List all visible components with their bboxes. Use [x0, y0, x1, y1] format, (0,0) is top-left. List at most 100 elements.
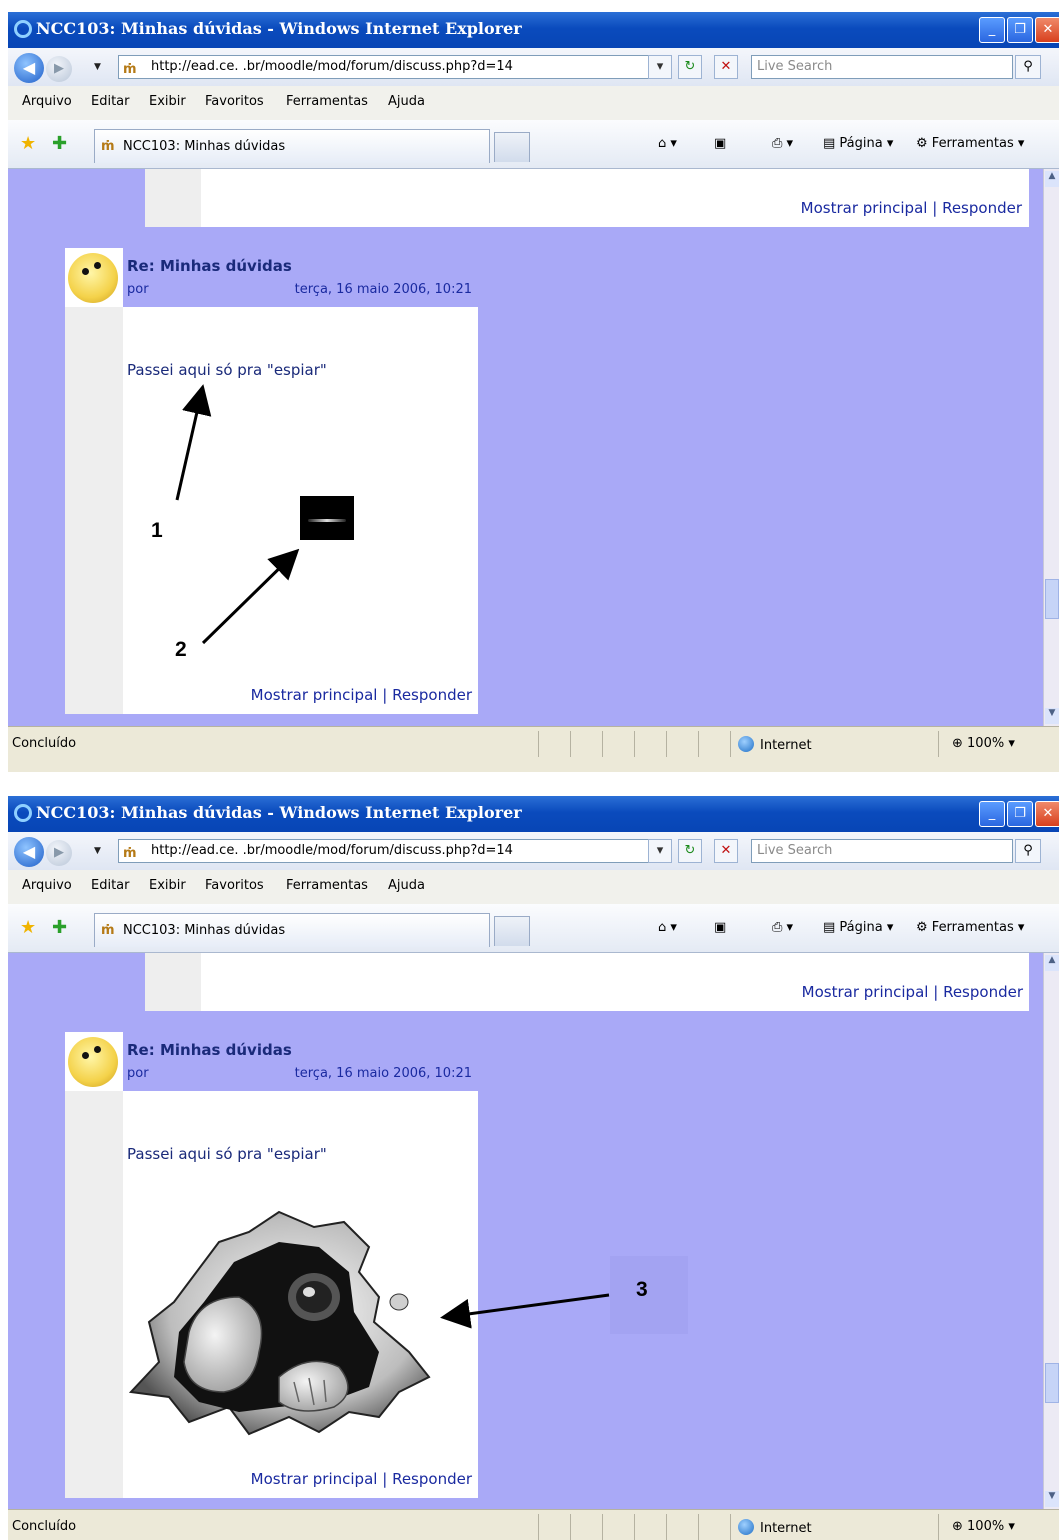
search-input[interactable]: Live Search	[751, 839, 1013, 863]
scroll-up-icon[interactable]: ▲	[1045, 171, 1059, 187]
security-zone[interactable]: Internet	[738, 736, 812, 753]
new-tab-button[interactable]	[494, 916, 530, 946]
feeds-icon[interactable]: ▣	[714, 136, 726, 151]
menu-favoritos[interactable]: Favoritos	[205, 878, 264, 893]
tab-ncc103[interactable]: ṁ NCC103: Minhas dúvidas	[94, 913, 490, 947]
avatar[interactable]	[65, 248, 123, 307]
stop-icon[interactable]: ✕	[714, 55, 738, 79]
address-dropdown-icon[interactable]: ▾	[648, 55, 672, 79]
previous-post-footer: Mostrar principal | Responder	[145, 953, 1029, 1011]
window-title: NCC103: Minhas dúvidas - Windows Interne…	[36, 803, 522, 822]
scroll-thumb[interactable]	[1045, 579, 1059, 619]
scroll-down-icon[interactable]: ▼	[1045, 1491, 1059, 1507]
menu-ajuda[interactable]: Ajuda	[388, 94, 425, 109]
add-favorites-icon[interactable]: ✚	[52, 133, 67, 154]
minimize-button[interactable]: _	[979, 801, 1005, 827]
zoom-icon: ⊕	[952, 1519, 968, 1534]
show-parent-link[interactable]: Mostrar principal	[251, 686, 378, 704]
scroll-down-icon[interactable]: ▼	[1045, 708, 1059, 724]
show-parent-link[interactable]: Mostrar principal	[251, 1470, 378, 1488]
reply-link[interactable]: Responder	[942, 199, 1022, 217]
moodle-favicon-icon: ṁ	[101, 923, 115, 938]
moodle-favicon-icon: ṁ	[123, 62, 137, 77]
reply-link[interactable]: Responder	[943, 983, 1023, 1001]
search-input[interactable]: Live Search	[751, 55, 1013, 79]
reply-link[interactable]: Responder	[392, 686, 472, 704]
tab-ncc103[interactable]: ṁ NCC103: Minhas dúvidas	[94, 129, 490, 163]
menu-ferramentas[interactable]: Ferramentas	[286, 94, 368, 109]
address-input[interactable]: ṁ http://ead.ce. .br/moodle/mod/forum/di…	[118, 55, 670, 79]
menu-ferramentas[interactable]: Ferramentas	[286, 878, 368, 893]
address-dropdown-icon[interactable]: ▾	[648, 839, 672, 863]
new-tab-button[interactable]	[494, 132, 530, 162]
page-menu[interactable]: ▤ Página ▾	[823, 136, 893, 151]
tools-menu[interactable]: ⚙ Ferramentas ▾	[916, 920, 1024, 935]
refresh-icon[interactable]: ↻	[678, 839, 702, 863]
feeds-icon[interactable]: ▣	[714, 920, 726, 935]
close-button[interactable]: ✕	[1035, 801, 1059, 827]
show-parent-link[interactable]: Mostrar principal	[801, 199, 928, 217]
favorites-star-icon[interactable]: ★	[20, 917, 36, 938]
menu-exibir[interactable]: Exibir	[149, 94, 186, 109]
close-button[interactable]: ✕	[1035, 17, 1059, 43]
minimize-button[interactable]: _	[979, 17, 1005, 43]
scroll-up-icon[interactable]: ▲	[1045, 955, 1059, 971]
menu-arquivo[interactable]: Arquivo	[22, 94, 72, 109]
browser-window-after: NCC103: Minhas dúvidas - Windows Interne…	[8, 796, 1059, 1540]
search-icon[interactable]: ⚲	[1015, 839, 1041, 863]
recent-pages-icon[interactable]: ▼	[94, 62, 101, 72]
status-bar: Concluído Internet ⊕ 100% ▾	[8, 1509, 1059, 1540]
favorites-star-icon[interactable]: ★	[20, 133, 36, 154]
avatar[interactable]	[65, 1032, 123, 1091]
post-message: Passei aqui só pra "espiar"	[127, 1145, 327, 1163]
vertical-scrollbar[interactable]: ▲ ▼	[1043, 169, 1059, 726]
forum-post: Re: Minhas dúvidas por terça, 16 maio 20…	[65, 1032, 478, 1498]
menu-bar: Arquivo Editar Exibir Favoritos Ferramen…	[8, 86, 1059, 121]
back-icon[interactable]: ◀	[14, 837, 44, 867]
back-icon[interactable]: ◀	[14, 53, 44, 83]
address-input[interactable]: ṁ http://ead.ce. .br/moodle/mod/forum/di…	[118, 839, 670, 863]
add-favorites-icon[interactable]: ✚	[52, 917, 67, 938]
home-icon[interactable]: ⌂ ▾	[658, 920, 677, 935]
print-icon[interactable]: ⎙ ▾	[772, 920, 793, 935]
menu-ajuda[interactable]: Ajuda	[388, 878, 425, 893]
menu-editar[interactable]: Editar	[91, 94, 130, 109]
zoom-control[interactable]: ⊕ 100% ▾	[952, 1519, 1015, 1534]
smiley-avatar-icon	[68, 1037, 118, 1087]
zoom-control[interactable]: ⊕ 100% ▾	[952, 736, 1015, 751]
menu-favoritos[interactable]: Favoritos	[205, 94, 264, 109]
forward-icon[interactable]: ▶	[46, 840, 72, 866]
scroll-thumb[interactable]	[1045, 1363, 1059, 1403]
smiley-avatar-icon	[68, 253, 118, 303]
vertical-scrollbar[interactable]: ▲ ▼	[1043, 953, 1059, 1509]
recent-pages-icon[interactable]: ▼	[94, 846, 101, 856]
address-text: http://ead.ce. .br/moodle/mod/forum/disc…	[151, 843, 513, 858]
previous-post-links: Mostrar principal | Responder	[801, 983, 1023, 1001]
ie-logo-icon	[14, 20, 32, 38]
refresh-icon[interactable]: ↻	[678, 55, 702, 79]
globe-icon	[738, 736, 754, 752]
post-subject: Re: Minhas dúvidas	[127, 257, 292, 275]
post-author-label: por	[127, 1066, 149, 1081]
menu-editar[interactable]: Editar	[91, 878, 130, 893]
status-text: Concluído	[12, 736, 77, 751]
page-menu[interactable]: ▤ Página ▾	[823, 920, 893, 935]
print-icon[interactable]: ⎙ ▾	[772, 136, 793, 151]
security-zone[interactable]: Internet	[738, 1519, 812, 1536]
broken-image-icon	[300, 496, 354, 540]
menu-exibir[interactable]: Exibir	[149, 878, 186, 893]
forward-icon[interactable]: ▶	[46, 56, 72, 82]
restore-button[interactable]: ❐	[1007, 801, 1033, 827]
show-parent-link[interactable]: Mostrar principal	[802, 983, 929, 1001]
home-icon[interactable]: ⌂ ▾	[658, 136, 677, 151]
restore-button[interactable]: ❐	[1007, 17, 1033, 43]
ie-logo-icon	[14, 804, 32, 822]
search-icon[interactable]: ⚲	[1015, 55, 1041, 79]
tools-menu[interactable]: ⚙ Ferramentas ▾	[916, 136, 1024, 151]
moodle-favicon-icon: ṁ	[123, 846, 137, 861]
reply-link[interactable]: Responder	[392, 1470, 472, 1488]
stop-icon[interactable]: ✕	[714, 839, 738, 863]
menu-arquivo[interactable]: Arquivo	[22, 878, 72, 893]
status-text: Concluído	[12, 1519, 77, 1534]
title-bar: NCC103: Minhas dúvidas - Windows Interne…	[8, 796, 1059, 832]
